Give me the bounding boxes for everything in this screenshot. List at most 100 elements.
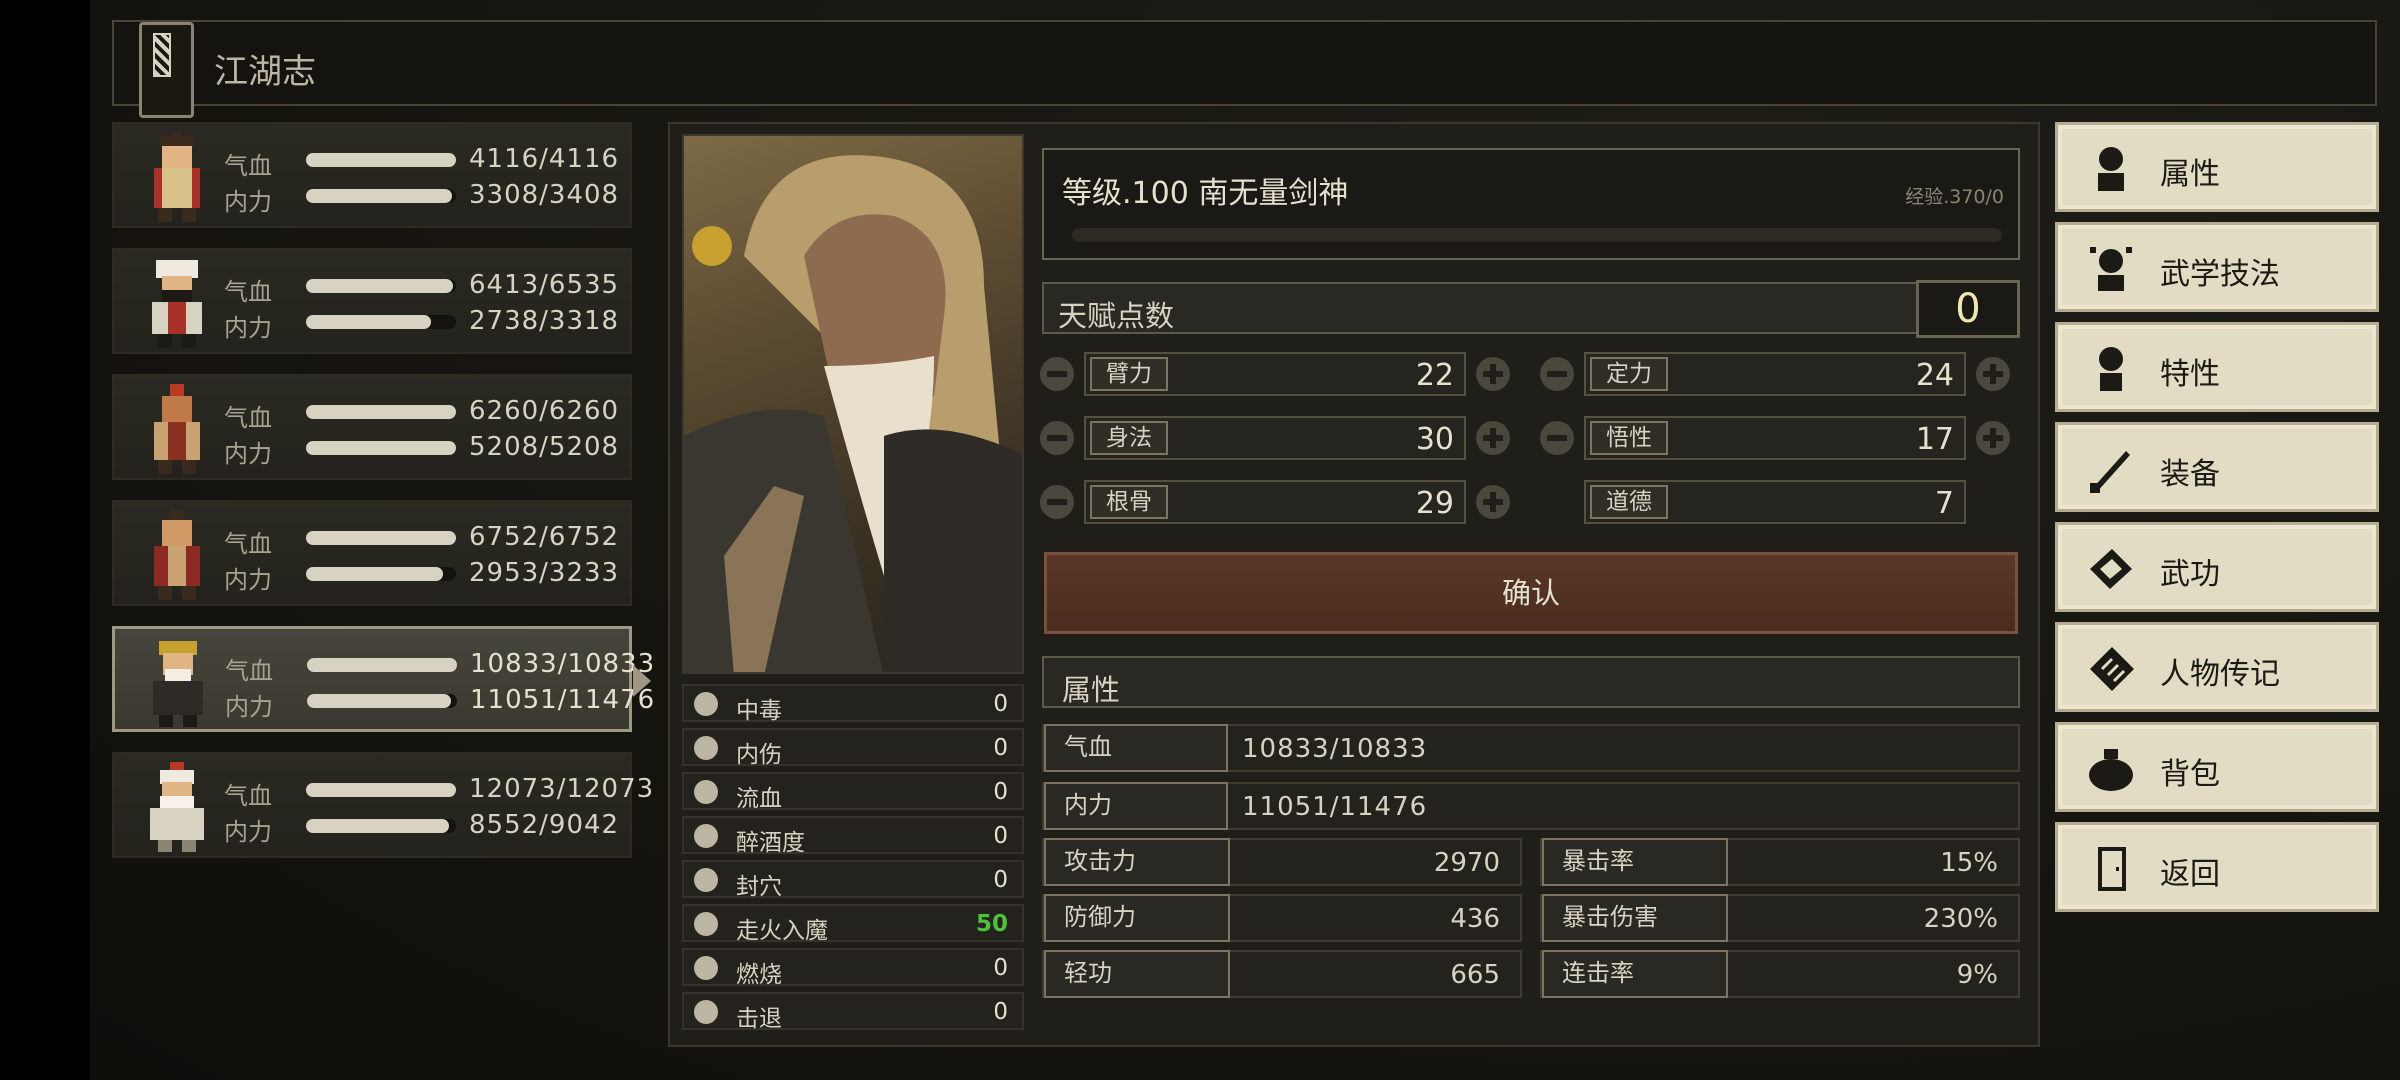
menu-martial-skills[interactable]: 武学技法 — [2055, 222, 2379, 312]
party-member[interactable]: 气血 4116/4116 内力 3308/3408 — [112, 122, 632, 228]
talent-points-value: 0 — [1916, 280, 2020, 338]
mp-value: 8552/9042 — [469, 810, 620, 840]
mp-label: 内力 — [224, 188, 272, 216]
party-member[interactable]: 气血 6260/6260 内力 5208/5208 — [112, 374, 632, 480]
status-effect-row: 中毒 0 — [682, 684, 1024, 724]
character-sprite — [154, 384, 200, 474]
character-portrait — [682, 134, 1024, 674]
mp-value: 5208/5208 — [469, 432, 620, 462]
mp-label: 内力 — [224, 566, 272, 594]
hp-label: 气血 — [224, 278, 272, 306]
hp-value: 10833/10833 — [470, 649, 656, 679]
minus-icon[interactable] — [1540, 421, 1574, 455]
party-member[interactable]: 气血 6413/6535 内力 2738/3318 — [112, 248, 632, 354]
manual-icon — [2090, 549, 2132, 589]
stat-agility: 身法 30 — [1040, 416, 1520, 460]
skull-icon — [694, 692, 718, 716]
trait-icon — [2099, 347, 2123, 391]
hp-label: 气血 — [224, 152, 272, 180]
attr-mp-row: 内力 11051/11476 — [1042, 782, 2020, 830]
menu-biography[interactable]: 人物传记 — [2055, 622, 2379, 712]
hp-bar — [306, 405, 456, 419]
plus-icon[interactable] — [1976, 357, 2010, 391]
plus-icon[interactable] — [1976, 421, 2010, 455]
blood-icon — [694, 780, 718, 804]
character-sprite — [154, 510, 200, 600]
talent-label: 天赋点数 — [1058, 299, 1175, 333]
character-panel: 中毒 0 内伤 0 流血 0 醉酒度 0 封穴 0 走火入魔 50 燃烧 0 击退 0 等级.1… — [668, 122, 2040, 1047]
talent-points-row: 天赋点数 0 — [1042, 280, 2020, 338]
party-member[interactable]: 气血 12073/12073 内力 8552/9042 — [112, 752, 653, 858]
door-icon — [2098, 847, 2126, 891]
menu-martial-arts[interactable]: 武功 — [2055, 522, 2379, 612]
character-sprite — [154, 132, 200, 222]
menu-attributes[interactable]: 属性 — [2055, 122, 2379, 212]
stat-constitution: 根骨 29 — [1040, 480, 1520, 524]
hp-bar — [306, 279, 456, 293]
drunk-icon — [694, 824, 718, 848]
stat-strength: 臂力 22 — [1040, 352, 1520, 396]
party-member-selected[interactable]: 气血 10833/10833 内力 11051/11476 — [112, 626, 654, 732]
status-effect-row: 击退 0 — [682, 992, 1024, 1032]
stat-focus: 定力 24 — [1540, 352, 2020, 396]
hp-value: 6260/6260 — [469, 396, 620, 426]
status-effect-row: 封穴 0 — [682, 860, 1024, 900]
level-box: 等级.100 南无量剑神 经验.370/0 — [1042, 148, 2020, 260]
stat-morality: 道德 7 — [1540, 480, 2020, 524]
hp-bar — [306, 531, 456, 545]
minus-icon[interactable] — [1040, 421, 1074, 455]
hp-label: 气血 — [224, 782, 272, 810]
mp-value: 3308/3408 — [469, 180, 620, 210]
martial-skill-icon — [2090, 247, 2132, 291]
plus-icon[interactable] — [1476, 421, 1510, 455]
attr-attack: 攻击力 2970 — [1042, 838, 1522, 886]
mp-bar — [306, 189, 456, 203]
mp-value: 11051/11476 — [470, 685, 656, 715]
party-member[interactable]: 气血 6752/6752 内力 2953/3233 — [112, 500, 632, 606]
attr-crit-damage: 暴击伤害 230% — [1540, 894, 2020, 942]
attribute-icon — [2098, 147, 2124, 191]
character-sprite — [153, 641, 203, 727]
level-title: 等级.100 南无量剑神 — [1062, 176, 1349, 211]
book-icon — [139, 22, 194, 118]
confirm-button[interactable]: 确认 — [1044, 552, 2018, 634]
hp-bar — [306, 153, 456, 167]
biography-icon — [2090, 647, 2134, 691]
menu-return[interactable]: 返回 — [2055, 822, 2379, 912]
hp-value: 4116/4116 — [469, 144, 620, 174]
exp-text: 经验.370/0 — [1905, 186, 2004, 208]
mp-bar — [306, 315, 456, 329]
menu-bag[interactable]: 背包 — [2055, 722, 2379, 812]
fire-icon — [694, 956, 718, 980]
selection-arrow-icon — [633, 665, 651, 697]
boot-icon — [694, 1000, 718, 1024]
hp-bar — [306, 783, 456, 797]
mp-bar — [306, 441, 456, 455]
menu-traits[interactable]: 特性 — [2055, 322, 2379, 412]
title-bar: 江湖志 — [112, 20, 2377, 118]
mp-label: 内力 — [224, 314, 272, 342]
attr-hp-row: 气血 10833/10833 — [1042, 724, 2020, 772]
plus-icon[interactable] — [1476, 357, 1510, 391]
menu-equipment[interactable]: 装备 — [2055, 422, 2379, 512]
hp-value: 6413/6535 — [469, 270, 620, 300]
character-sprite — [152, 260, 202, 348]
attr-combo-rate: 连击率 9% — [1540, 950, 2020, 998]
minus-icon[interactable] — [1040, 357, 1074, 391]
minus-icon[interactable] — [1540, 357, 1574, 391]
acupoint-icon — [694, 868, 718, 892]
broken-heart-icon — [694, 736, 718, 760]
hp-label: 气血 — [225, 657, 273, 685]
mp-label: 内力 — [224, 818, 272, 846]
mp-bar — [306, 567, 456, 581]
mp-value: 2738/3318 — [469, 306, 620, 336]
mp-value: 2953/3233 — [469, 558, 620, 588]
possessed-icon — [694, 912, 718, 936]
plus-icon[interactable] — [1476, 485, 1510, 519]
page-title: 江湖志 — [214, 52, 316, 92]
hp-label: 气血 — [224, 530, 272, 558]
character-sprite — [150, 762, 204, 852]
sword-icon — [2090, 451, 2130, 493]
mp-label: 内力 — [225, 693, 273, 721]
minus-icon[interactable] — [1040, 485, 1074, 519]
